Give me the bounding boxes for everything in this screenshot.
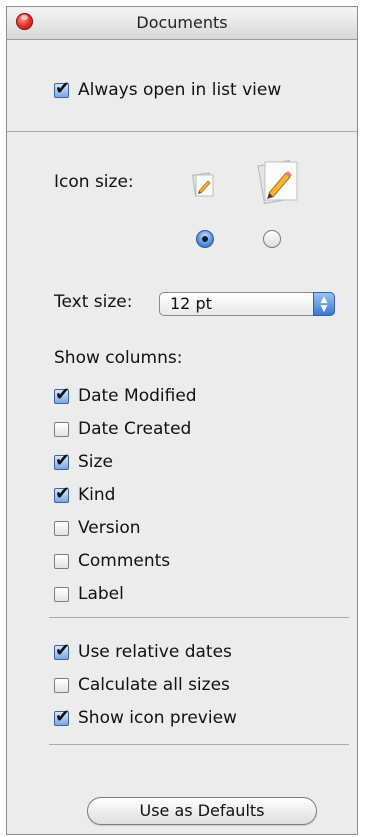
documents-view-options-window: Documents Always open in list view Icon … (6, 6, 358, 835)
column-date-modified-checkbox[interactable]: Date Modified (54, 384, 197, 406)
column-comments-checkbox[interactable]: Comments (54, 551, 170, 571)
document-large-icon (257, 159, 298, 205)
icon-size-row: Icon size: (54, 172, 134, 192)
show-columns-heading: Show columns: (54, 348, 182, 368)
column-label: Label (78, 584, 124, 604)
always-open-list-view-checkmark-icon[interactable] (54, 78, 70, 100)
window-title: Documents (136, 13, 228, 32)
checkmark-icon[interactable] (54, 384, 70, 406)
column-label: Kind (78, 485, 116, 505)
checkmark-icon[interactable] (54, 450, 70, 472)
updown-arrows-icon: ▲ ▼ (313, 292, 335, 316)
text-size-label: Text size: (54, 292, 133, 312)
text-size-value: 12 pt (170, 294, 212, 313)
top-divider (7, 131, 357, 132)
checkbox-box-icon[interactable] (54, 586, 69, 602)
column-kind-checkbox[interactable]: Kind (54, 483, 116, 505)
icon-size-label: Icon size: (54, 172, 134, 192)
title-bar[interactable]: Documents (7, 7, 357, 40)
use-relative-dates-checkbox[interactable]: Use relative dates (54, 640, 232, 662)
column-label: Version (78, 518, 141, 538)
checkbox-box-icon[interactable] (54, 520, 69, 536)
column-label: Comments (78, 551, 171, 571)
checkbox-box-icon[interactable] (54, 421, 69, 437)
checkbox-box-icon[interactable] (54, 553, 69, 569)
column-label: Size (78, 452, 113, 472)
calculate-all-sizes-checkbox[interactable]: Calculate all sizes (54, 675, 230, 695)
column-date-created-checkbox[interactable]: Date Created (54, 419, 191, 439)
text-size-row: Text size: (54, 292, 132, 312)
option-label: Use relative dates (78, 642, 232, 662)
show-icon-preview-checkbox[interactable]: Show icon preview (54, 706, 237, 728)
checkmark-icon[interactable] (54, 706, 70, 728)
column-label-checkbox[interactable]: Label (54, 584, 124, 604)
checkmark-icon[interactable] (54, 483, 70, 505)
show-columns-label: Show columns: (54, 348, 183, 368)
column-version-checkbox[interactable]: Version (54, 518, 141, 538)
use-as-defaults-button[interactable]: Use as Defaults (87, 797, 317, 825)
text-size-select[interactable]: 12 pt ▲ ▼ (159, 292, 335, 316)
document-small-icon (191, 172, 214, 197)
icon-size-small-radio[interactable] (196, 230, 214, 248)
checkmark-icon[interactable] (54, 640, 70, 662)
column-size-checkbox[interactable]: Size (54, 450, 113, 472)
icon-size-large-radio[interactable] (263, 230, 281, 248)
column-label: Date Modified (78, 386, 197, 406)
middle-divider (49, 617, 349, 618)
option-label: Show icon preview (78, 708, 237, 728)
always-open-list-view-checkbox[interactable]: Always open in list view (54, 78, 282, 100)
option-label: Calculate all sizes (78, 675, 230, 695)
bottom-divider (49, 744, 349, 745)
column-label: Date Created (78, 419, 192, 439)
checkbox-box-icon[interactable] (54, 677, 69, 693)
always-open-list-view-label: Always open in list view (78, 80, 282, 100)
